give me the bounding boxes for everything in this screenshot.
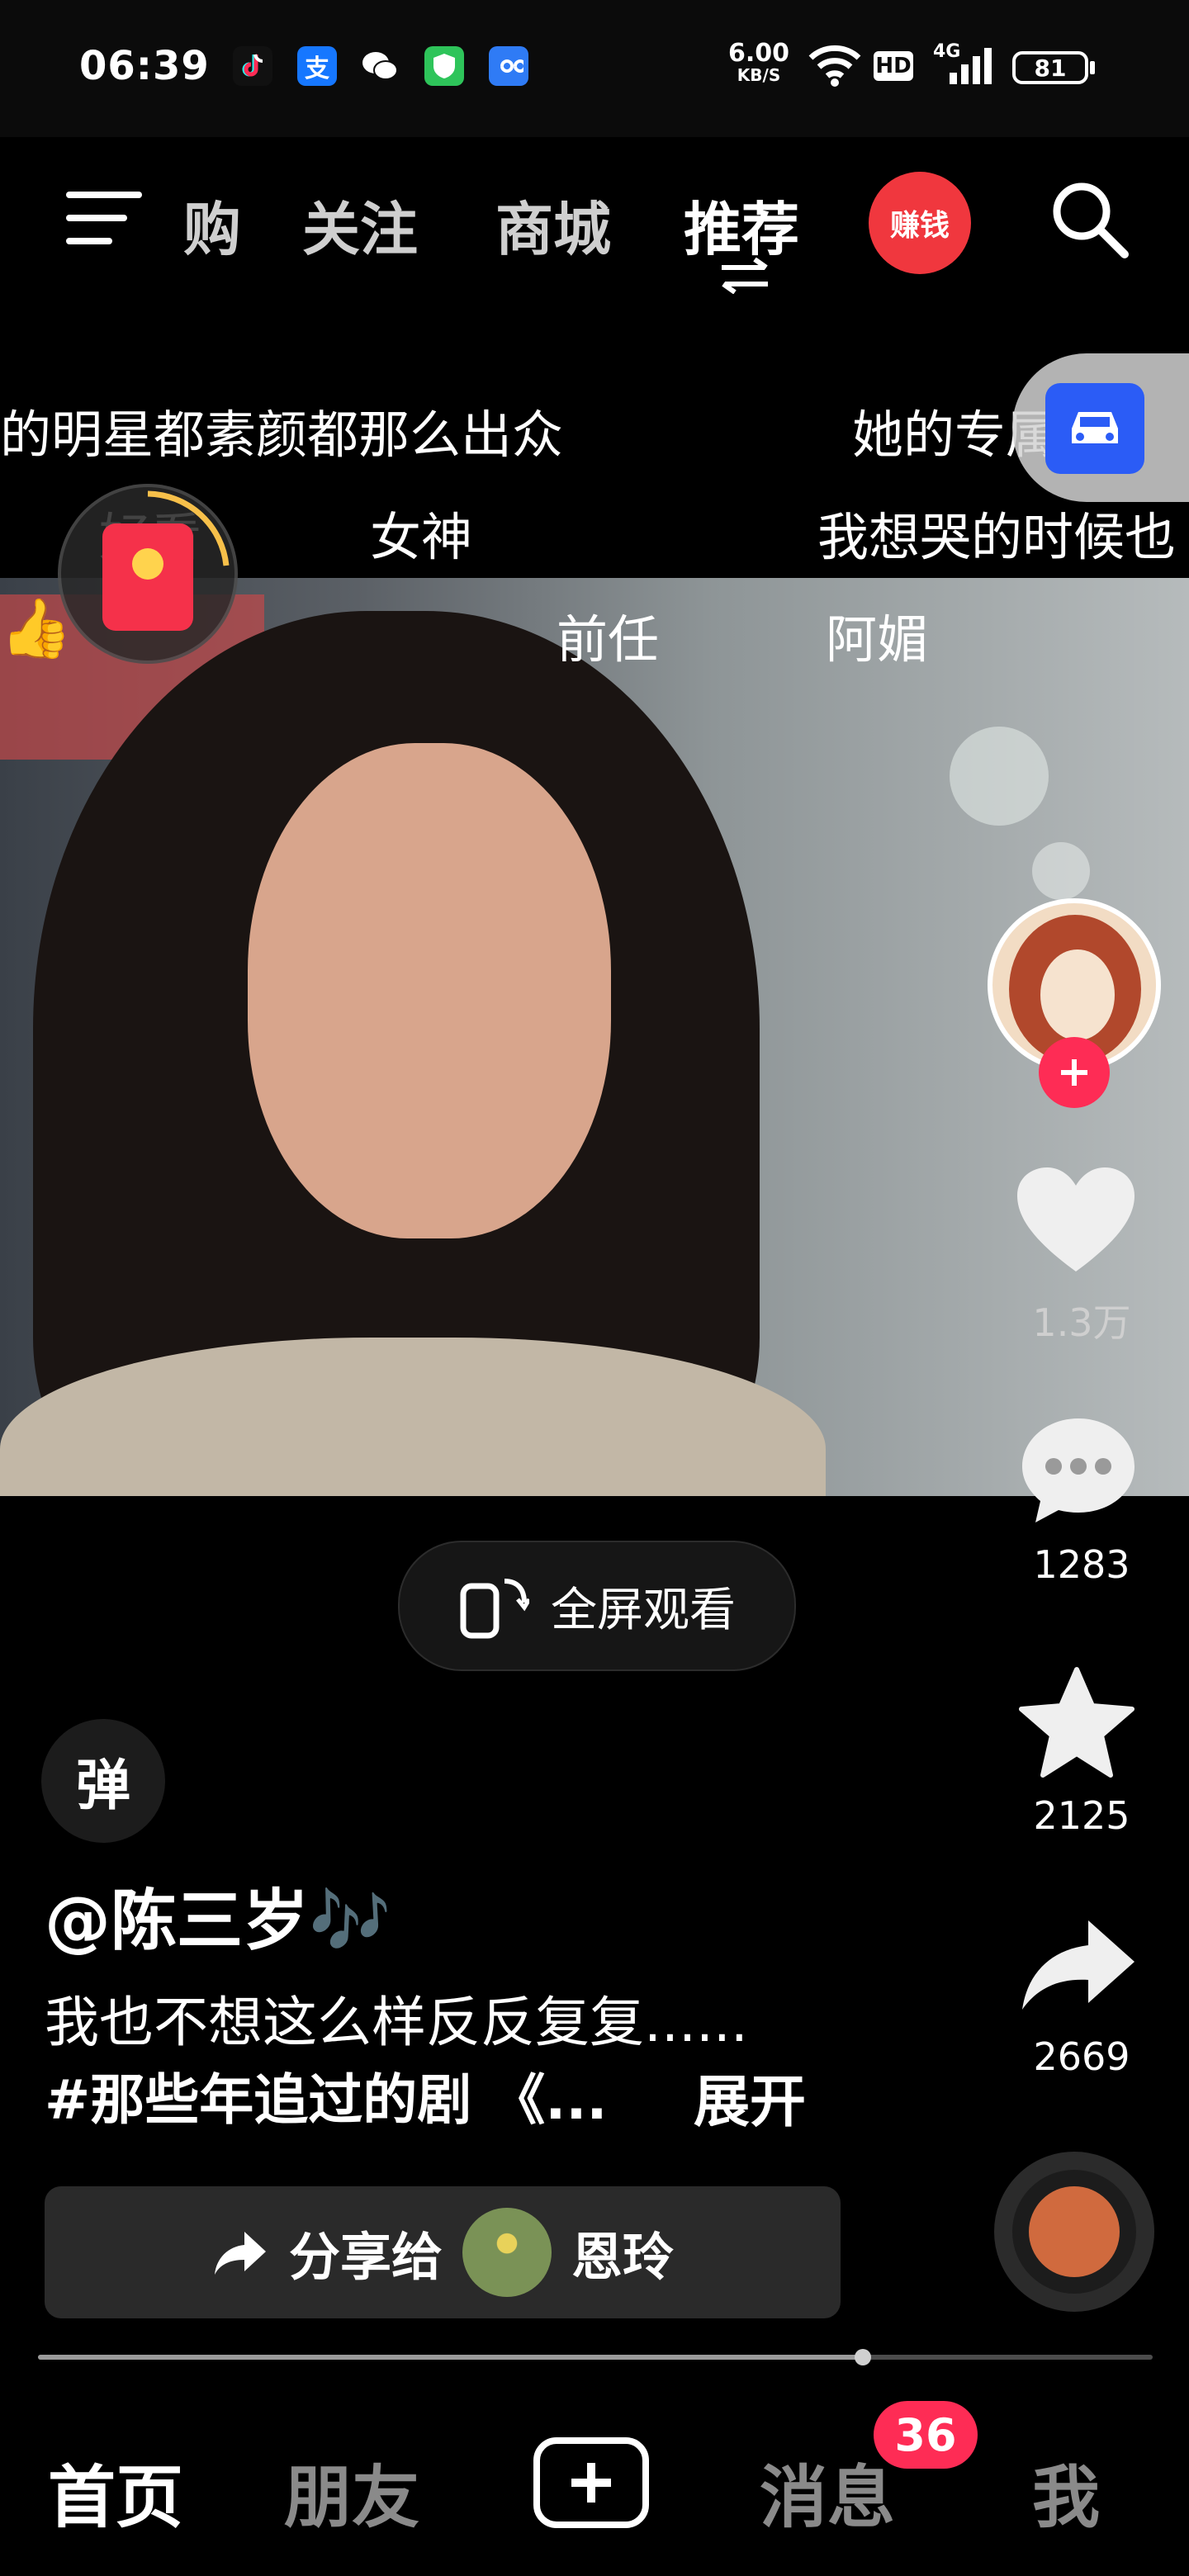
- danmaku-toggle-button[interactable]: 弹: [41, 1719, 165, 1843]
- network-speed: 6.00 KB/S: [728, 39, 790, 85]
- switch-arrows-icon: [718, 257, 771, 297]
- status-time: 06:39: [79, 43, 210, 89]
- battery-icon: 81: [1012, 51, 1088, 84]
- create-post-button[interactable]: [533, 2437, 649, 2528]
- message-count-badge: 36: [874, 2401, 978, 2469]
- thumbs-up-icon: 👍: [0, 594, 73, 662]
- tab-mall[interactable]: 商城: [495, 183, 611, 267]
- nav-home[interactable]: 首页: [48, 2442, 183, 2540]
- alipay-icon: 支: [297, 46, 337, 86]
- plus-icon: [1061, 1059, 1087, 1086]
- nav-me[interactable]: 我: [1032, 2442, 1100, 2540]
- douyin-app-icon: [233, 46, 272, 86]
- friend-avatar: [462, 2208, 552, 2297]
- video-subject-face: [248, 743, 611, 1238]
- nav-friends[interactable]: 朋友: [284, 2442, 419, 2540]
- floating-car-widget[interactable]: [1012, 353, 1189, 502]
- share-arrow-icon: [214, 2232, 266, 2275]
- danmaku-item: 的明星都素颜都那么出众: [0, 405, 564, 465]
- earn-money-label: 赚钱: [889, 209, 950, 243]
- tab-following[interactable]: 关注: [302, 183, 418, 267]
- music-disc-cover: [1029, 2186, 1120, 2277]
- comment-count: 1283: [1033, 1542, 1130, 1587]
- tab-shopping[interactable]: 购: [183, 183, 241, 267]
- security-shield-icon: [424, 46, 464, 86]
- red-packet-widget[interactable]: [58, 484, 238, 664]
- fullscreen-button[interactable]: 全屏观看: [398, 1541, 796, 1671]
- tab-recommend[interactable]: 推荐: [684, 183, 799, 267]
- search-icon[interactable]: [1049, 178, 1131, 264]
- hd-icon: HD: [874, 51, 913, 81]
- signal-icon: [938, 48, 994, 89]
- video-progress-knob[interactable]: [855, 2349, 871, 2365]
- expand-caption-link[interactable]: 展开: [694, 2056, 806, 2138]
- status-bar: 06:39 支 6.00 KB/S HD 4G 81: [0, 0, 1189, 137]
- wifi-icon: [808, 41, 862, 91]
- danmaku-item: 女神: [370, 507, 473, 567]
- favorite-count: 2125: [1033, 1793, 1130, 1838]
- follow-button[interactable]: [1039, 1037, 1110, 1108]
- plus-icon: [571, 2463, 611, 2503]
- danmaku-toggle-label: 弹: [76, 1754, 130, 1817]
- star-icon[interactable]: [1017, 1666, 1136, 1785]
- car-icon: [1045, 383, 1144, 474]
- cloud-app-icon: [489, 46, 528, 86]
- video-progress-bar[interactable]: [38, 2349, 1153, 2365]
- red-packet-progress-ring: [147, 490, 230, 566]
- earn-money-button[interactable]: 赚钱: [869, 172, 971, 274]
- battery-tip: [1090, 61, 1095, 74]
- author-name[interactable]: @陈三岁🎶: [45, 1868, 391, 1963]
- share-icon[interactable]: [1019, 1915, 1138, 2018]
- danmaku-item: 前任: [557, 609, 660, 670]
- nav-messages[interactable]: 消息: [760, 2442, 895, 2540]
- caption-text: 我也不想这么样反反复复......: [45, 1991, 748, 2054]
- music-disc[interactable]: [994, 2152, 1154, 2312]
- wechat-icon: [360, 46, 400, 86]
- share-to-friend-bar[interactable]: 分享给 恩玲: [45, 2186, 841, 2318]
- caption-hashtag[interactable]: #那些年追过的剧 《...: [45, 2056, 608, 2135]
- fullscreen-label: 全屏观看: [551, 1583, 736, 1637]
- video-bokeh: [950, 727, 1049, 826]
- like-count: 1.3万: [1032, 1300, 1131, 1345]
- rotate-screen-icon: [460, 1579, 529, 1639]
- friend-name: 恩玲: [571, 2227, 675, 2287]
- video-progress-fill: [38, 2355, 863, 2360]
- danmaku-item: 阿媚: [826, 609, 929, 670]
- danmaku-item: 我想哭的时候也: [817, 507, 1177, 567]
- share-count: 2669: [1033, 2034, 1130, 2079]
- comment-icon[interactable]: [1017, 1413, 1139, 1529]
- menu-icon[interactable]: [66, 188, 142, 251]
- video-bokeh: [1032, 842, 1090, 900]
- heart-icon[interactable]: [1014, 1164, 1138, 1283]
- share-prefix: 分享给: [288, 2227, 443, 2287]
